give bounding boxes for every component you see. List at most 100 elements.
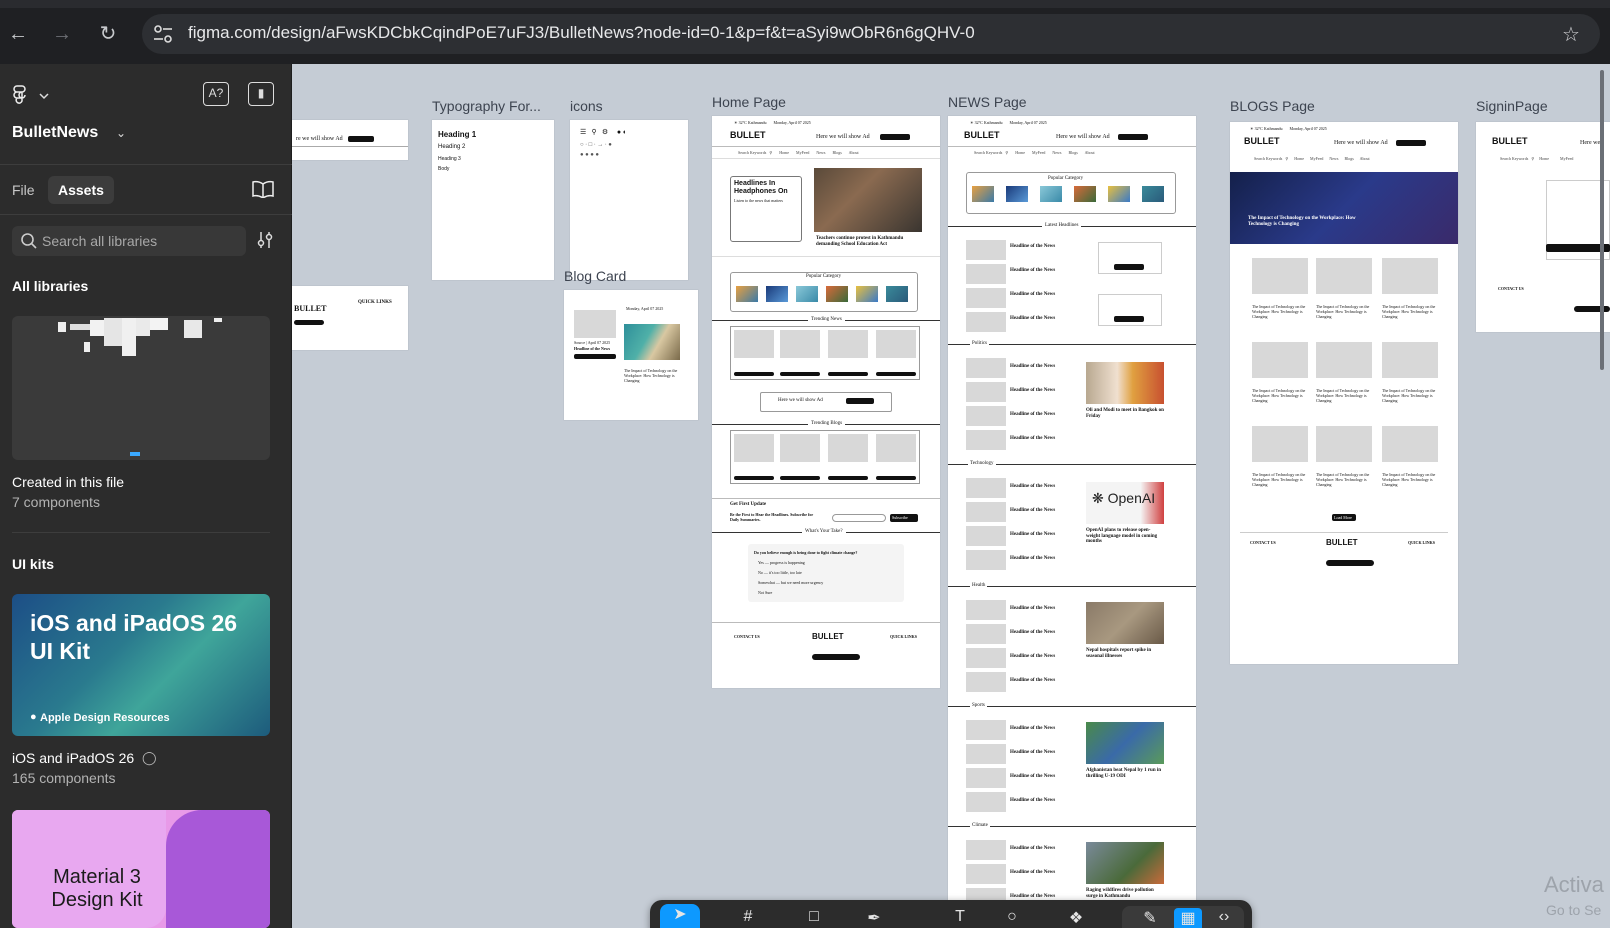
- material-kit-thumbnail[interactable]: Material 3 Design Kit: [12, 810, 270, 928]
- news-headline: Headline of the News: [1010, 244, 1056, 249]
- body-sample: Body: [438, 166, 450, 172]
- news-headline: Headline of the News: [1010, 508, 1056, 513]
- draw-mode-icon[interactable]: ✎: [1136, 908, 1164, 928]
- sidebar-toggle-icon[interactable]: ▮: [248, 82, 274, 106]
- home-hero-image: [814, 168, 922, 232]
- frame-partial-footer[interactable]: QUICK LINKS BULLET: [292, 286, 408, 350]
- poll-option[interactable]: Yes — progress is happening: [758, 560, 805, 565]
- news-headline: Headline of the News: [1010, 846, 1056, 851]
- bookmark-star-icon[interactable]: ☆: [1562, 22, 1580, 47]
- home-ad-text-2: Here we will show Ad: [778, 398, 823, 403]
- components-tool-icon[interactable]: ❖: [1062, 908, 1090, 928]
- news-headline: Headline of the News: [1010, 750, 1056, 755]
- site-settings-icon[interactable]: [152, 23, 174, 45]
- home-trending-blogs: Trending Blogs: [808, 421, 846, 426]
- home-subscribe-button: Subscribe: [892, 515, 908, 520]
- tab-assets[interactable]: Assets: [48, 176, 114, 204]
- search-placeholder: Search all libraries: [42, 233, 158, 249]
- library-title: iOS and iPadOS 26: [12, 750, 135, 766]
- blogs-load-more[interactable]: Load More: [1334, 515, 1352, 520]
- frame-blog-card[interactable]: Source | April 07 2025 Headline of the N…: [564, 290, 698, 420]
- frame-label-typography[interactable]: Typography For...: [432, 98, 541, 114]
- canvas-scrollbar[interactable]: [1600, 70, 1604, 370]
- news-headline: Headline of the News: [1010, 412, 1056, 417]
- news-caption: Raging wildfires drive pollution surge i…: [1086, 888, 1154, 899]
- news-headline: Headline of the News: [1010, 364, 1056, 369]
- news-headline: Headline of the News: [1010, 630, 1056, 635]
- figma-menu-icon[interactable]: [12, 84, 52, 108]
- frame-label-blog-card[interactable]: Blog Card: [564, 268, 626, 284]
- ui-kits-heading: UI kits: [12, 556, 55, 572]
- news-section-technology: Technology: [968, 461, 996, 466]
- library-book-icon[interactable]: [252, 180, 274, 198]
- frame-news-page[interactable]: ☀ 32°C Kathmandu Monday, April 07 2025 B…: [948, 116, 1196, 928]
- move-tool-icon[interactable]: ➤: [660, 904, 700, 928]
- back-icon[interactable]: ←: [4, 20, 32, 48]
- frame-tool-icon[interactable]: #: [734, 908, 762, 928]
- frame-partial-header[interactable]: re we will show Ad: [292, 120, 408, 160]
- frame-home-page[interactable]: ☀ 32°C Kathmandu Monday, April 07 2025 B…: [712, 116, 940, 688]
- rectangle-tool-icon[interactable]: □: [800, 908, 828, 928]
- file-name[interactable]: BulletNews: [12, 124, 98, 142]
- blog-card-title: The Impact of Technology on the Workplac…: [1252, 388, 1306, 403]
- blogs-ad-text: Here we will show Ad: [1334, 140, 1388, 146]
- dev-mode-icon[interactable]: ‹›: [1210, 908, 1238, 928]
- blog-card-title: The Impact of Technology on the Workplac…: [1316, 472, 1370, 487]
- heading-1-sample: Heading 1: [438, 130, 477, 139]
- news-ad-text: Here we will show Ad: [1056, 134, 1110, 140]
- design-mode-icon[interactable]: ▦: [1174, 908, 1202, 928]
- poll-option[interactable]: No — it's too little, too late: [758, 570, 802, 575]
- text-tool-icon[interactable]: T: [946, 908, 974, 928]
- tab-file[interactable]: File: [2, 176, 45, 204]
- blog-card-title: The Impact of Technology on the Workplac…: [1382, 388, 1436, 403]
- home-hero-sub: Listen to the news that matters: [734, 198, 783, 203]
- frame-label-icons[interactable]: icons: [570, 98, 603, 114]
- url-text[interactable]: figma.com/design/aFwsKDCbkCqindPoE7uFJ3/…: [188, 23, 975, 43]
- assets-panel: A? ▮ BulletNews ⌄ File Assets Search all…: [0, 64, 292, 928]
- news-latest-heading: Latest Headlines: [1042, 223, 1082, 228]
- news-caption: Oli and Modi to meet in Bangkok on Frida…: [1086, 408, 1164, 419]
- blogs-contact: CONTACT US: [1250, 540, 1276, 545]
- news-headline: Headline of the News: [1010, 870, 1056, 875]
- home-trending-news: Trending News: [808, 317, 845, 322]
- forward-icon[interactable]: →: [48, 20, 76, 48]
- blog-card-title: The Impact of Technology on the Workplac…: [1252, 304, 1306, 319]
- library-count: 165 components: [12, 770, 116, 786]
- poll-option[interactable]: Somewhat — but we need more urgency: [758, 580, 823, 585]
- library-count: 7 components: [12, 494, 100, 510]
- blog-card-title: The Impact of Technology on the Workplac…: [1316, 304, 1370, 319]
- pen-tool-icon[interactable]: ✒: [860, 908, 888, 928]
- reload-icon[interactable]: ↻: [94, 20, 122, 48]
- news-headline: Headline of the News: [1010, 292, 1056, 297]
- chevron-down-icon[interactable]: ⌄: [116, 126, 126, 140]
- news-section-health: Health: [970, 583, 988, 588]
- news-headline: Headline of the News: [1010, 316, 1056, 321]
- news-section-climate: Climate: [970, 823, 990, 828]
- ios-kit-thumbnail[interactable]: iOS and iPadOS 26 UI Kit Apple Design Re…: [12, 594, 270, 736]
- ai-icon[interactable]: A?: [203, 82, 229, 106]
- blogs-quick-links: QUICK LINKS: [1408, 540, 1436, 545]
- news-headline: Headline of the News: [1010, 388, 1056, 393]
- news-headline: Headline of the News: [1010, 678, 1056, 683]
- blog-card-title: The Impact of Technology on the Workplac…: [1316, 388, 1370, 403]
- divider: [12, 532, 270, 533]
- comment-tool-icon[interactable]: ○: [998, 908, 1026, 928]
- poll-option[interactable]: Not Sure: [758, 590, 772, 595]
- heading-3-sample: Heading 3: [438, 156, 461, 162]
- filter-settings-icon[interactable]: [256, 230, 274, 250]
- design-canvas[interactable]: re we will show Ad QUICK LINKS BULLET Ty…: [292, 64, 1610, 928]
- frame-typography[interactable]: Heading 1 Heading 2 Heading 3 Body: [432, 120, 554, 280]
- frame-blogs-page[interactable]: ☀ 32°C Kathmandu Monday, April 07 2025 B…: [1230, 122, 1458, 664]
- frame-label-signin[interactable]: SigninPage: [1476, 98, 1548, 114]
- frame-signin-page[interactable]: BULLET Here we Search Keywords ⚲ Home My…: [1476, 122, 1610, 332]
- frame-icons[interactable]: ☰ ⚲ ⚙ ● ◐ ○ · □ · → · ● ● ● ● ●: [570, 120, 688, 280]
- news-headline: Headline of the News: [1010, 436, 1056, 441]
- frame-label-news[interactable]: NEWS Page: [948, 94, 1027, 110]
- news-caption: OpenAI plans to release open-weight lang…: [1086, 528, 1158, 544]
- frame-label-blogs[interactable]: BLOGS Page: [1230, 98, 1315, 114]
- frame-label-home[interactable]: Home Page: [712, 94, 786, 110]
- search-input[interactable]: Search all libraries: [12, 226, 246, 256]
- blogs-hero-image: [1230, 172, 1458, 244]
- home-contact: CONTACT US: [734, 634, 760, 639]
- local-library-thumbnail[interactable]: [12, 316, 270, 460]
